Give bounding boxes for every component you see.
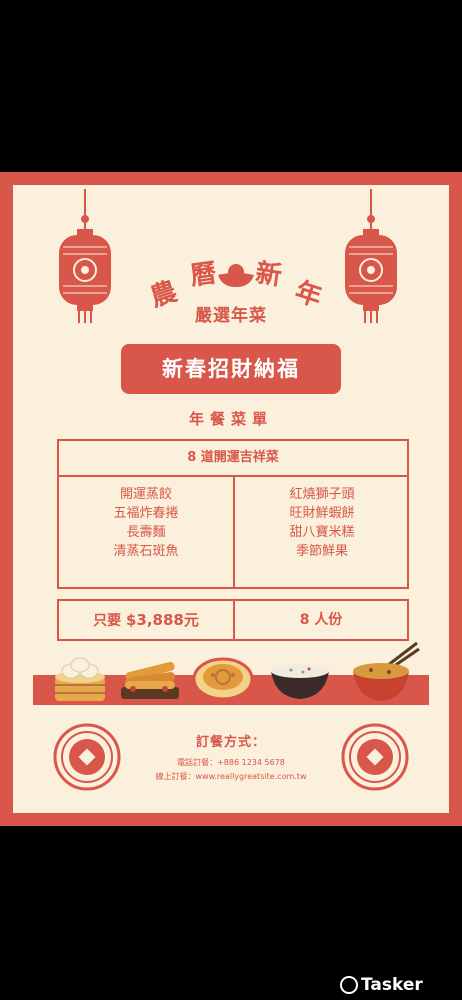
title-char: 曆 [188, 258, 219, 292]
watermark: Tasker [340, 975, 423, 995]
dish-item: 五福炸春捲 [113, 506, 179, 521]
mooncake-basket-icon [192, 657, 254, 701]
subtitle: 嚴選年菜 [195, 306, 267, 326]
dish-item: 清蒸石斑魚 [113, 544, 179, 559]
dish-item: 旺財鮮蝦餅 [289, 506, 355, 521]
dishes-header: 8 道開運吉祥菜 [59, 441, 407, 477]
noodle-bowl-icon [353, 641, 420, 701]
dish-item: 紅燒獅子頭 [289, 487, 355, 502]
tasker-logo-icon [340, 976, 358, 994]
dishes-box: 8 道開運吉祥菜 開運蒸餃 五福炸春捲 長壽麵 清蒸石斑魚 紅燒獅子頭 旺財鮮蝦… [57, 439, 409, 589]
spring-rolls-icon [121, 661, 179, 699]
contact-website[interactable]: 線上訂餐：www.reallygreatsite.com.tw [13, 771, 449, 782]
congee-bowl-icon [271, 664, 329, 699]
title-char: 新 [253, 258, 284, 292]
dishes-right-column: 紅燒獅子頭 旺財鮮蝦餅 甜八寶米糕 季節鮮果 [235, 485, 409, 561]
price-prefix: 只要 [93, 613, 122, 629]
price-amount: $3,888元 [125, 611, 199, 629]
contact-phone: 電話訂餐：+886 1234 5678 [177, 758, 285, 767]
poster: 農 曆 新 年 嚴選年菜 新春招財納福 年餐菜單 8 道開運吉祥菜 開運蒸餃 五… [0, 172, 462, 826]
price-label: 只要 $3,888元 [59, 601, 233, 639]
headline-banner: 新春招財納福 [121, 344, 341, 394]
dish-item: 季節鮮果 [295, 544, 348, 559]
steamer-dumplings-icon [55, 657, 105, 701]
watermark-text: Tasker [361, 975, 423, 995]
price-box: 只要 $3,888元 8 人份 [57, 599, 409, 641]
dishes-left-column: 開運蒸餃 五福炸春捲 長壽麵 清蒸石斑魚 [59, 485, 233, 561]
gold-ingot-icon [218, 264, 254, 287]
menu-label: 年餐菜單 [188, 410, 273, 428]
dish-item: 甜八寶米糕 [289, 525, 355, 540]
poster-inner: 農 曆 新 年 嚴選年菜 新春招財納福 年餐菜單 8 道開運吉祥菜 開運蒸餃 五… [13, 185, 449, 813]
dish-item: 長壽麵 [126, 525, 166, 540]
order-title: 訂餐方式： [195, 735, 266, 750]
servings-label: 8 人份 [299, 612, 343, 628]
dish-item: 開運蒸餃 [119, 487, 172, 502]
